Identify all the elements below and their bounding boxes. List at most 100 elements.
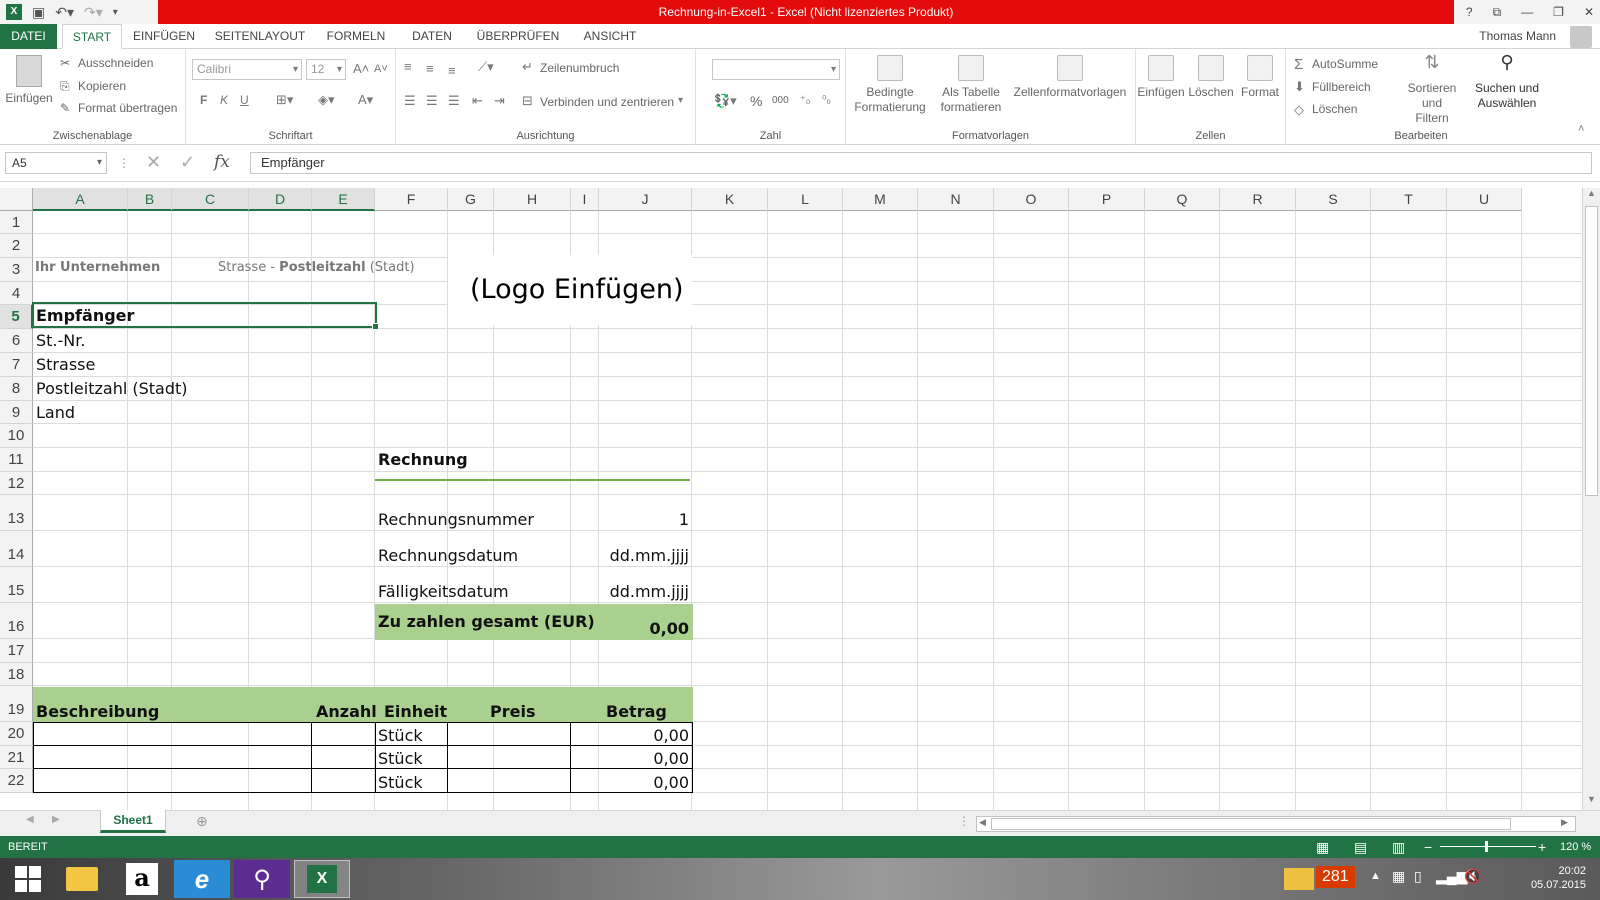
name-box[interactable]: A5 bbox=[5, 152, 107, 174]
row-header-15[interactable]: 15 bbox=[0, 567, 33, 603]
split-handle-icon[interactable]: ⋮ bbox=[958, 814, 970, 828]
row-header-16[interactable]: 16 bbox=[0, 603, 33, 639]
avatar[interactable] bbox=[1570, 26, 1592, 48]
row-header-9[interactable]: 9 bbox=[0, 401, 33, 424]
company-address[interactable]: Strasse - Postleitzahl (Stadt) bbox=[218, 260, 415, 275]
company-name[interactable]: Ihr Unternehmen bbox=[35, 260, 160, 275]
column-header-p[interactable]: P bbox=[1069, 188, 1145, 211]
column-header-t[interactable]: T bbox=[1371, 188, 1447, 211]
tab-view[interactable]: ANSICHT bbox=[574, 24, 646, 49]
add-sheet-icon[interactable]: ⊕ bbox=[196, 813, 208, 830]
italic-button[interactable]: K bbox=[220, 93, 228, 107]
tab-formulas[interactable]: FORMELN bbox=[322, 24, 390, 49]
table-header-quantity[interactable]: Anzahl bbox=[316, 702, 377, 721]
sheet-tab-sheet1[interactable]: Sheet1 bbox=[100, 810, 166, 833]
clock[interactable]: 20:02 05.07.2015 bbox=[1531, 864, 1586, 892]
tab-start[interactable]: START bbox=[62, 24, 122, 49]
format-cells-button[interactable]: Format bbox=[1236, 55, 1284, 100]
zoom-level[interactable]: 120 % bbox=[1560, 836, 1591, 858]
copy-button[interactable]: Kopieren bbox=[78, 79, 126, 93]
format-painter-button[interactable]: Format übertragen bbox=[78, 101, 177, 115]
row-header-13[interactable]: 13 bbox=[0, 495, 33, 531]
volume-muted-icon[interactable]: 🔇 bbox=[1464, 868, 1481, 885]
sort-filter-button[interactable]: ⇅ Sortieren und Filtern bbox=[1396, 53, 1468, 126]
column-header-a[interactable]: A bbox=[33, 188, 128, 211]
increase-indent-icon[interactable]: ⇥ bbox=[494, 93, 505, 109]
horizontal-scroll-thumb[interactable] bbox=[991, 818, 1511, 830]
format-as-table-button[interactable]: Als Tabelle formatieren bbox=[936, 55, 1006, 115]
zoom-slider-thumb[interactable] bbox=[1485, 841, 1488, 852]
close-button[interactable]: ✕ bbox=[1584, 5, 1594, 19]
row-header-5[interactable]: 5 bbox=[0, 305, 33, 329]
taskbar-excel[interactable]: X bbox=[294, 860, 350, 898]
invoice-date-value[interactable]: dd.mm.jjjj bbox=[560, 546, 689, 565]
column-header-n[interactable]: N bbox=[918, 188, 994, 211]
formula-input[interactable]: Empfänger bbox=[250, 152, 1592, 174]
row-header-8[interactable]: 8 bbox=[0, 377, 33, 401]
decrease-decimal-icon[interactable]: ⁰₀ bbox=[822, 93, 831, 106]
column-header-o[interactable]: O bbox=[994, 188, 1069, 211]
grow-font-icon[interactable]: A˄ bbox=[353, 61, 369, 76]
vertical-scrollbar[interactable]: ▲ ▼ bbox=[1582, 188, 1600, 810]
scroll-up-icon[interactable]: ▲ bbox=[1587, 188, 1596, 198]
start-button[interactable] bbox=[0, 860, 56, 898]
conditional-format-button[interactable]: Bedingte Formatierung bbox=[846, 55, 934, 115]
invoice-title[interactable]: Rechnung bbox=[378, 450, 468, 469]
column-header-m[interactable]: M bbox=[843, 188, 918, 211]
decrease-indent-icon[interactable]: ⇤ bbox=[472, 93, 483, 109]
tray-icon-1[interactable]: ▦ bbox=[1392, 868, 1405, 885]
selected-range[interactable] bbox=[32, 302, 379, 330]
recipient-country[interactable]: Land bbox=[36, 403, 75, 422]
table-row-amount[interactable]: 0,00 bbox=[600, 773, 689, 792]
row-header-2[interactable]: 2 bbox=[0, 234, 33, 258]
insert-cells-button[interactable]: Einfügen bbox=[1136, 55, 1186, 100]
column-header-r[interactable]: R bbox=[1220, 188, 1296, 211]
column-header-i[interactable]: I bbox=[571, 188, 599, 211]
row-header-21[interactable]: 21 bbox=[0, 746, 33, 769]
recipient-street[interactable]: Strasse bbox=[36, 355, 95, 374]
prev-sheet-icon[interactable]: ◀ bbox=[26, 814, 34, 825]
align-right-icon[interactable]: ☰ bbox=[448, 93, 460, 109]
ribbon-display-icon[interactable]: ⧉ bbox=[1493, 5, 1502, 20]
row-header-12[interactable]: 12 bbox=[0, 472, 33, 495]
find-select-button[interactable]: ⚲ Suchen und Auswählen bbox=[1470, 53, 1544, 111]
row-header-17[interactable]: 17 bbox=[0, 639, 33, 663]
merge-dropdown-icon[interactable]: ▾ bbox=[678, 95, 683, 106]
table-row-unit[interactable]: Stück bbox=[378, 773, 423, 792]
autosum-button[interactable]: AutoSumme bbox=[1312, 57, 1378, 71]
column-header-h[interactable]: H bbox=[494, 188, 571, 211]
row-header-11[interactable]: 11 bbox=[0, 448, 33, 472]
column-header-u[interactable]: U bbox=[1447, 188, 1522, 211]
taskbar-ie[interactable]: e bbox=[174, 860, 230, 898]
logo-placeholder[interactable]: (Logo Einfügen) bbox=[470, 274, 684, 305]
column-header-g[interactable]: G bbox=[448, 188, 494, 211]
select-all-corner[interactable] bbox=[0, 188, 33, 211]
mail-icon[interactable] bbox=[1284, 868, 1314, 890]
normal-view-icon[interactable]: ▦ bbox=[1316, 836, 1329, 858]
restore-button[interactable]: ❐ bbox=[1553, 5, 1564, 19]
table-header-unit[interactable]: Einheit bbox=[384, 702, 447, 721]
scroll-left-icon[interactable]: ◀ bbox=[979, 817, 986, 828]
invoice-date-label[interactable]: Rechnungsdatum bbox=[378, 546, 518, 565]
table-row-unit[interactable]: Stück bbox=[378, 726, 423, 745]
tab-page-layout[interactable]: SEITENLAYOUT bbox=[212, 24, 308, 49]
cancel-entry-icon[interactable]: ✕ bbox=[146, 152, 161, 173]
row-header-20[interactable]: 20 bbox=[0, 722, 33, 746]
fill-color-icon[interactable]: ◈▾ bbox=[318, 92, 335, 108]
align-bottom-icon[interactable]: ≡ bbox=[448, 63, 456, 78]
row-header-19[interactable]: 19 bbox=[0, 686, 33, 722]
currency-icon[interactable]: 💱▾ bbox=[714, 93, 737, 109]
recipient-zip-city[interactable]: Postleitzahl (Stadt) bbox=[36, 379, 188, 398]
paste-button[interactable]: Einfügen bbox=[4, 55, 54, 106]
table-header-description[interactable]: Beschreibung bbox=[36, 702, 159, 721]
user-name[interactable]: Thomas Mann bbox=[1479, 24, 1556, 49]
row-header-14[interactable]: 14 bbox=[0, 531, 33, 567]
number-format-select[interactable] bbox=[712, 59, 840, 80]
tab-data[interactable]: DATEN bbox=[406, 24, 458, 49]
table-header-amount[interactable]: Betrag bbox=[606, 702, 667, 721]
align-middle-icon[interactable]: ≡ bbox=[426, 61, 434, 76]
page-layout-view-icon[interactable]: ▤ bbox=[1354, 836, 1367, 858]
scroll-down-icon[interactable]: ▼ bbox=[1587, 794, 1596, 804]
invoice-number-value[interactable]: 1 bbox=[600, 510, 689, 529]
tray-expand-icon[interactable]: ▲ bbox=[1370, 870, 1381, 882]
